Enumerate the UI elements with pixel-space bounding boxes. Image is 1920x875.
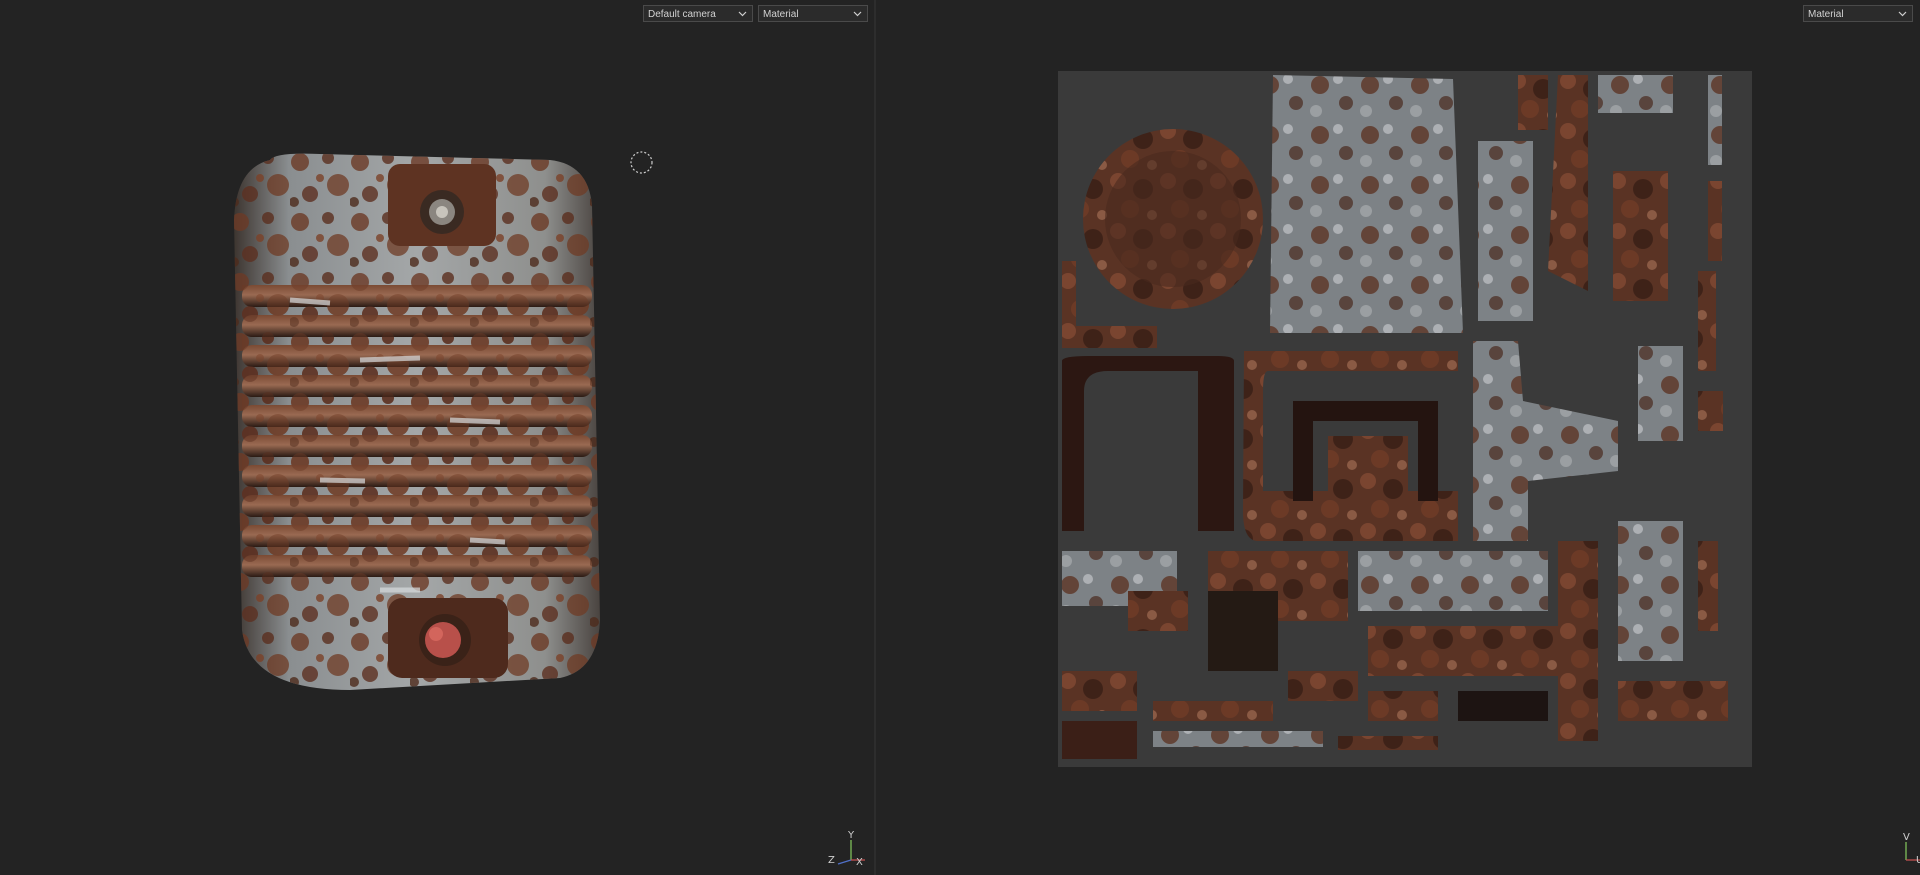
viewport-2d[interactable]: Material V U — [876, 0, 1920, 875]
viewport-3d[interactable]: Default camera Material Y Z X — [0, 0, 874, 875]
speaker-model[interactable] — [230, 150, 610, 695]
axis-y-label: Y — [848, 830, 855, 841]
material-select-3d[interactable]: Material — [758, 5, 868, 22]
grille-slats — [242, 285, 592, 593]
material-select-2d-value: Material — [1808, 9, 1844, 20]
axis-z-label: Z — [828, 855, 835, 866]
camera-select[interactable]: Default camera — [643, 5, 753, 22]
axis-x-label: X — [856, 857, 863, 868]
axis-v-label: V — [1903, 832, 1910, 843]
material-select-2d[interactable]: Material — [1803, 5, 1913, 22]
camera-select-value: Default camera — [648, 9, 716, 20]
chevron-down-icon — [738, 6, 748, 23]
axis-u-label: U — [1916, 855, 1920, 866]
chevron-down-icon — [1898, 6, 1908, 23]
uv-texture-map[interactable] — [1058, 71, 1752, 767]
chevron-down-icon — [853, 6, 863, 23]
material-select-3d-value: Material — [763, 9, 799, 20]
brush-cursor-icon — [630, 151, 653, 174]
